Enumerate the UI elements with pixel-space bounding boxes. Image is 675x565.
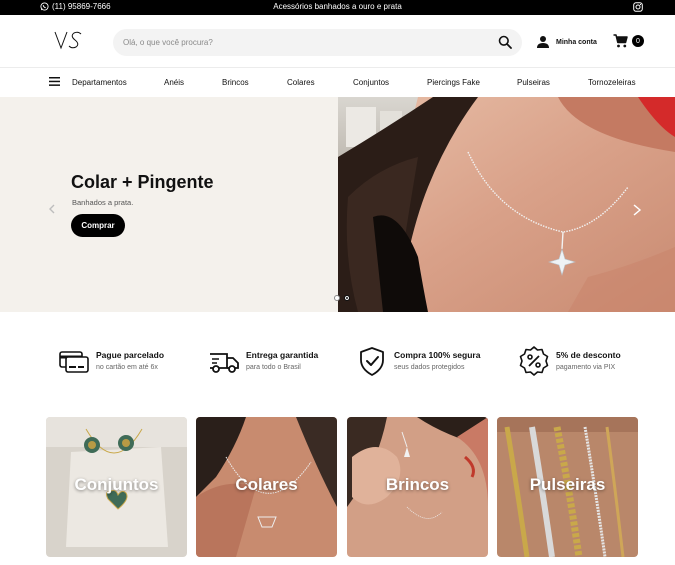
account-label[interactable]: Minha conta <box>556 39 597 46</box>
cart-count-badge: 0 <box>632 35 644 47</box>
slide-dot-2[interactable] <box>344 295 350 301</box>
hero-image[interactable] <box>338 97 675 312</box>
search-bar <box>113 29 522 56</box>
benefit-title: Pague parcelado <box>96 350 165 360</box>
nav-item-departamentos[interactable]: Departamentos <box>72 78 127 87</box>
discount-badge-icon <box>519 346 549 376</box>
cart-button[interactable]: 0 <box>613 34 644 48</box>
benefit-description: pagamento via PIX <box>556 364 616 371</box>
benefit-description: para todo o Brasil <box>246 364 301 371</box>
nav-item-piercings-fake[interactable]: Piercings Fake <box>427 78 480 87</box>
nav-item-tornozeleiras[interactable]: Tornozeleiras <box>588 78 636 87</box>
user-icon <box>537 36 549 48</box>
site-logo[interactable] <box>54 30 84 55</box>
buy-button[interactable]: Comprar <box>71 214 125 237</box>
category-label[interactable]: Pulseiras <box>497 475 638 495</box>
cart-icon <box>613 34 628 48</box>
prev-slide-arrow-icon[interactable] <box>48 204 56 214</box>
vs-logo <box>54 31 82 50</box>
credit-card-icon <box>59 351 89 373</box>
hero-banner: Colar + Pingente Banhados a prata. Compr… <box>0 97 675 312</box>
site-header: Minha conta 0 <box>0 15 675 68</box>
category-card-conjuntos[interactable]: Conjuntos <box>46 417 187 557</box>
benefit-title: Compra 100% segura <box>394 350 481 360</box>
account-link[interactable]: Minha conta <box>536 35 597 49</box>
hero-subtitle: Banhados a prata. <box>72 198 134 207</box>
search-icon[interactable] <box>498 35 512 49</box>
shield-check-icon <box>360 347 384 376</box>
category-label[interactable]: Conjuntos <box>46 475 187 495</box>
top-announcement-bar: (11) 95869-7666 Acessórios banhados a ou… <box>0 0 675 15</box>
search-input[interactable] <box>123 29 483 56</box>
benefits-bar: Pague parcelado no cartão em até 6x Entr… <box>0 344 675 384</box>
delivery-truck-icon <box>210 353 239 373</box>
instagram-icon[interactable] <box>633 2 643 12</box>
benefit-title: Entrega garantida <box>246 350 319 360</box>
nav-item-aneis[interactable]: Anéis <box>164 78 184 87</box>
nav-item-pulseiras[interactable]: Pulseiras <box>517 78 550 87</box>
benefit-description: seus dados protegidos <box>394 364 465 371</box>
nav-item-brincos[interactable]: Brincos <box>222 78 249 87</box>
benefit-description: no cartão em até 6x <box>96 364 158 371</box>
necklace-photo <box>338 97 675 312</box>
hamburger-menu-icon[interactable] <box>49 77 60 86</box>
nav-item-conjuntos[interactable]: Conjuntos <box>353 78 389 87</box>
hero-title: Colar + Pingente <box>71 172 214 192</box>
benefit-title: 5% de desconto <box>556 350 621 360</box>
promo-text: Acessórios banhados a ouro e prata <box>273 2 402 11</box>
category-card-brincos[interactable]: Brincos <box>347 417 488 557</box>
slide-dot-1[interactable] <box>334 295 340 301</box>
nav-item-colares[interactable]: Colares <box>287 78 315 87</box>
category-card-pulseiras[interactable]: Pulseiras <box>497 417 638 557</box>
main-navigation: Departamentos Anéis Brincos Colares Conj… <box>0 68 675 97</box>
category-label[interactable]: Colares <box>196 475 337 495</box>
category-label[interactable]: Brincos <box>347 475 488 495</box>
category-card-colares[interactable]: Colares <box>196 417 337 557</box>
slider-dots <box>334 295 350 301</box>
